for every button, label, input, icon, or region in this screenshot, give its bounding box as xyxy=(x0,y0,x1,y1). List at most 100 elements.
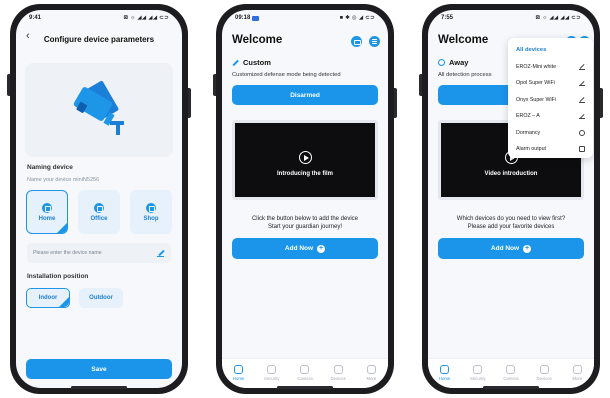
edit-icon[interactable] xyxy=(579,80,585,87)
menu-item-dormancy[interactable]: Dormancy xyxy=(508,125,593,142)
device-name: EROZ-Mini white xyxy=(516,63,557,70)
mode-row: Custom xyxy=(232,58,271,67)
video-caption: Video introduction xyxy=(484,171,538,177)
phone-welcome-custom: 09:18 ■ ✱ ◎ ◢ ⊂⊃ Welcome Custom Customiz… xyxy=(213,4,397,394)
configure-screen: 9:41 ⊠ ☼ ◢◢ ◢◢ ⊂⊃ ‹ Configure device par… xyxy=(16,10,182,388)
more-icon xyxy=(572,365,582,374)
device-name: Opol Super WiFi xyxy=(516,80,555,87)
position-label: Installation position xyxy=(27,273,89,280)
tab-bar: Home Security Camera Devices More xyxy=(428,358,594,388)
device-name-input[interactable]: Please enter the device name xyxy=(27,243,171,263)
add-now-button[interactable]: Add Now + xyxy=(232,238,378,259)
tab-security[interactable]: Security xyxy=(464,365,492,381)
edit-icon xyxy=(157,249,165,257)
tab-label: Home xyxy=(232,376,245,381)
menu-header-label: All devices xyxy=(516,47,547,54)
home-indicator xyxy=(483,386,539,389)
status-time: 9:41 xyxy=(29,15,42,21)
tab-camera[interactable]: Camera xyxy=(497,365,525,381)
mode-name: Away xyxy=(449,58,469,67)
home-indicator xyxy=(277,386,333,389)
menu-item-device[interactable]: Onyx Super WiFi xyxy=(508,92,593,109)
prompt-line-1: Which devices do you need to view first? xyxy=(456,216,566,222)
dormancy-label: Dormancy xyxy=(516,129,541,136)
more-icon xyxy=(366,365,376,374)
status-bar: 7:55 ⊠ ☼ ◢◢ ◢◢ ⊂⊃ xyxy=(428,10,594,26)
add-device-prompt: Click the button below to add the device… xyxy=(230,215,380,231)
naming-hint: Name your device miniN5256 xyxy=(27,177,100,183)
tab-devices[interactable]: Devices xyxy=(530,365,558,381)
play-icon[interactable] xyxy=(298,151,312,164)
shield-icon xyxy=(473,365,483,374)
tab-bar: Home Security Camera Devices More xyxy=(222,358,388,388)
room-label: Home xyxy=(38,215,56,222)
away-mode-icon xyxy=(438,59,445,66)
add-device-prompt: Which devices do you need to view first?… xyxy=(436,215,586,231)
room-label: Shop xyxy=(143,215,159,222)
devices-icon xyxy=(539,365,549,374)
home-icon xyxy=(234,365,244,374)
shop-icon xyxy=(146,202,156,213)
mode-name: Custom xyxy=(243,58,271,67)
save-button[interactable]: Save xyxy=(26,359,172,379)
prompt-line-2: Please add your favorite devices xyxy=(467,224,555,230)
home-icon xyxy=(440,365,450,374)
device-dropdown-menu: All devices EROZ-Mini white Opol Super W… xyxy=(508,38,593,158)
status-bar: 09:18 ■ ✱ ◎ ◢ ⊂⊃ xyxy=(222,10,388,26)
position-indoor[interactable]: Indoor xyxy=(26,288,70,308)
room-label: Office xyxy=(90,215,108,222)
edit-icon[interactable] xyxy=(579,113,585,120)
edit-icon[interactable] xyxy=(579,97,585,103)
menu-item-all-devices[interactable]: All devices xyxy=(508,42,593,59)
menu-item-alarm-output[interactable]: Alarm output xyxy=(508,141,593,158)
tab-label: More xyxy=(572,376,583,381)
page-title: Welcome xyxy=(232,34,283,46)
room-tile-shop[interactable]: Shop xyxy=(130,190,172,234)
tab-home[interactable]: Home xyxy=(431,365,459,381)
intro-video[interactable]: Introducing the film xyxy=(232,120,378,200)
room-tile-office[interactable]: Office xyxy=(78,190,120,234)
menu-item-device[interactable]: EROZ-Mini white xyxy=(508,59,593,76)
menu-item-device[interactable]: EROZ – A xyxy=(508,108,593,125)
camera-icon xyxy=(300,365,310,374)
mode-description: All detection process xyxy=(438,72,492,78)
naming-label: Naming device xyxy=(27,164,73,171)
tab-security[interactable]: Security xyxy=(258,365,286,381)
page-title: Configure device parameters xyxy=(43,34,155,44)
status-time: 09:18 xyxy=(235,15,260,21)
status-icons: ⊠ ☼ ◢◢ ◢◢ ⊂⊃ xyxy=(535,15,581,21)
room-tile-home[interactable]: Home xyxy=(26,190,68,234)
status-time-text: 09:18 xyxy=(235,15,251,21)
home-icon xyxy=(42,202,52,213)
disarmed-button[interactable]: Disarmed xyxy=(232,85,378,105)
tab-home[interactable]: Home xyxy=(225,365,253,381)
tab-devices[interactable]: Devices xyxy=(324,365,352,381)
tab-label: Camera xyxy=(297,376,313,381)
status-icons: ⊠ ☼ ◢◢ ◢◢ ⊂⊃ xyxy=(123,15,169,21)
add-circle-icon: + xyxy=(317,244,326,253)
tab-label: Security xyxy=(264,376,280,381)
welcome-screen: 7:55 ⊠ ☼ ◢◢ ◢◢ ⊂⊃ Welcome Away All detec… xyxy=(428,10,594,388)
mode-description: Customized defense mode being detected xyxy=(232,72,341,78)
edit-icon[interactable] xyxy=(579,64,585,70)
add-now-button[interactable]: Add Now + xyxy=(438,238,584,259)
camera-icon xyxy=(506,365,516,374)
menu-list-icon[interactable] xyxy=(369,36,380,47)
tab-label: More xyxy=(366,376,377,381)
add-now-label: Add Now xyxy=(490,245,520,252)
message-icon[interactable] xyxy=(351,36,362,47)
office-icon xyxy=(94,202,104,213)
tab-more[interactable]: More xyxy=(563,365,591,381)
security-camera-icon xyxy=(73,81,124,135)
phone-configure: 9:41 ⊠ ☼ ◢◢ ◢◢ ⊂⊃ ‹ Configure device par… xyxy=(7,4,191,394)
tab-more[interactable]: More xyxy=(357,365,385,381)
welcome-screen: 09:18 ■ ✱ ◎ ◢ ⊂⊃ Welcome Custom Customiz… xyxy=(222,10,388,388)
mode-row: Away xyxy=(438,58,468,67)
status-time: 7:55 xyxy=(441,15,454,21)
tab-camera[interactable]: Camera xyxy=(291,365,319,381)
menu-item-device[interactable]: Opol Super WiFi xyxy=(508,75,593,92)
prompt-line-1: Click the button below to add the device xyxy=(251,216,359,222)
devices-icon xyxy=(333,365,343,374)
power-icon xyxy=(579,129,585,136)
position-outdoor[interactable]: Outdoor xyxy=(79,288,123,308)
